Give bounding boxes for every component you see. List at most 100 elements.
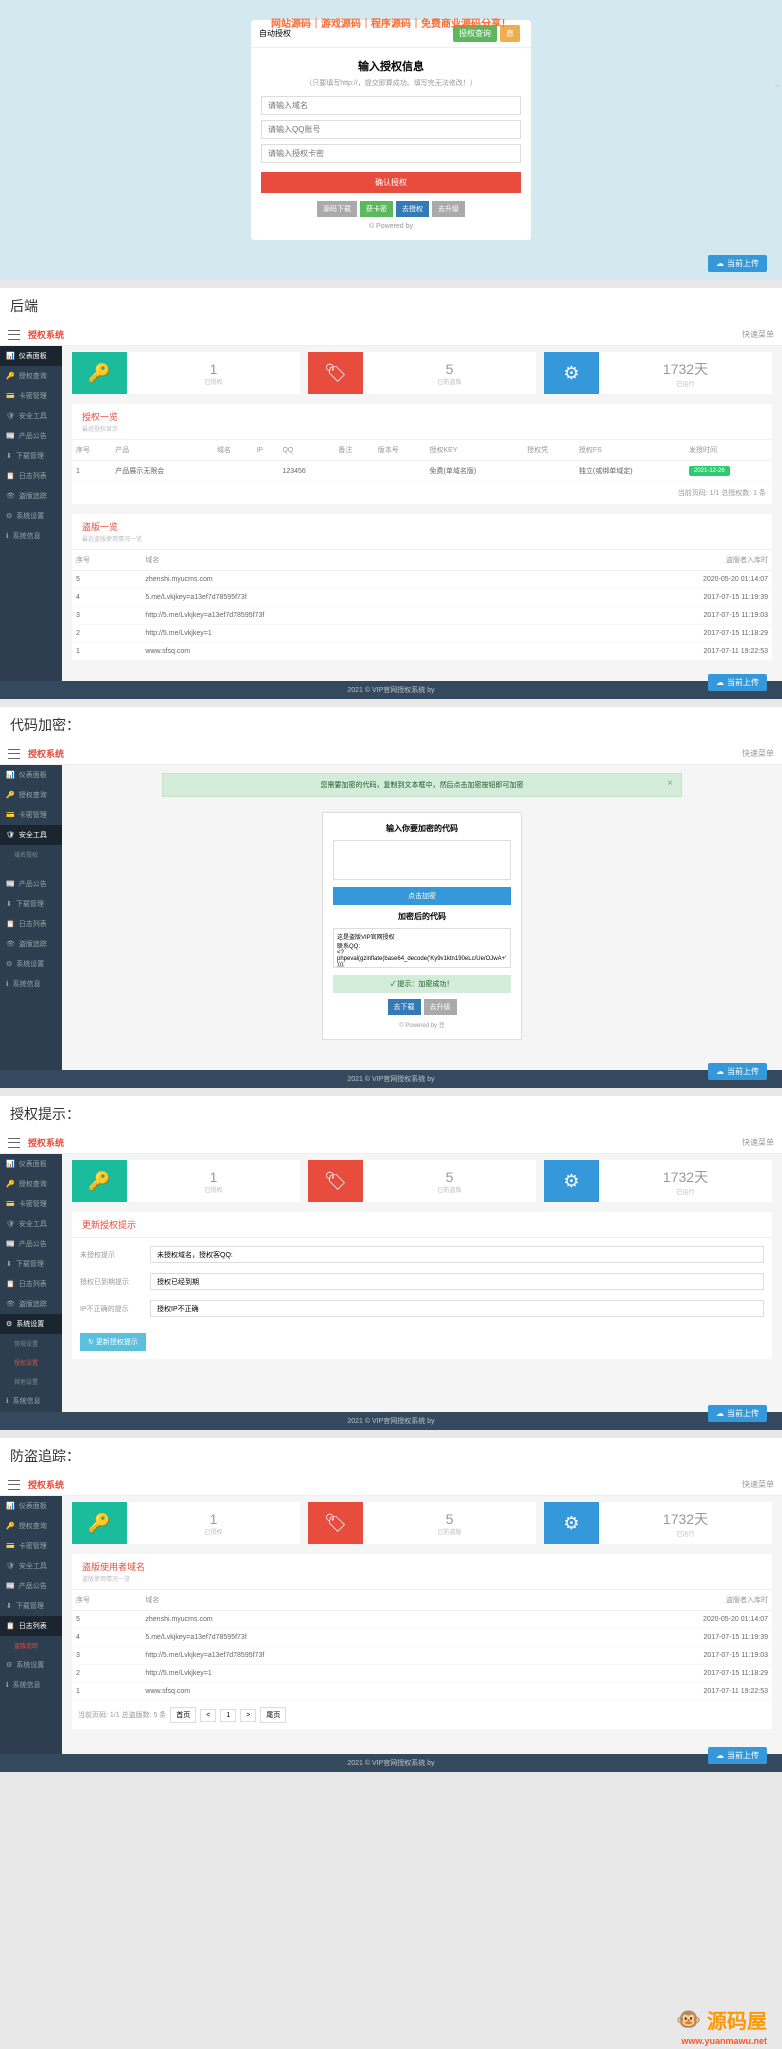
sidebar-item-auth[interactable]: 🔑授权查询	[0, 785, 62, 805]
promo-banner: 网站源码｜游戏源码｜程序源码｜免费商业源码分享！	[271, 15, 511, 30]
domain-input[interactable]	[261, 96, 521, 115]
encrypt-button[interactable]: 点击加密	[333, 887, 511, 905]
sidebar-item-settings[interactable]: ⚙系统设置	[0, 1655, 62, 1675]
quick-menu[interactable]: 快速菜单	[742, 748, 774, 759]
sidebar-item-settings[interactable]: ⚙系统设置	[0, 506, 62, 526]
sidebar-item-logs[interactable]: 📋日志列表	[0, 914, 62, 934]
getcard-button[interactable]: 获卡密	[360, 201, 393, 217]
table-row[interactable]: 45.me/Lvkjkey=a13ef7d78595f73f2017-07-15…	[72, 589, 772, 607]
unauth-input[interactable]	[150, 1246, 764, 1263]
table-row[interactable]: 5zhenshi.myucms.com2020-05-20 01:14:07	[72, 571, 772, 589]
sidebar-item-auth[interactable]: 🔑授权查询	[0, 1516, 62, 1536]
page-home[interactable]: 首页	[170, 1707, 196, 1723]
upgrade-button[interactable]: 去升级	[424, 999, 457, 1015]
sidebar-item-logs[interactable]: 📋日志列表	[0, 1274, 62, 1294]
cloud-icon: ☁	[716, 1409, 724, 1418]
sidebar-item-security[interactable]: 🛡安全工具	[0, 406, 62, 426]
submit-button[interactable]: 确认授权	[261, 172, 521, 193]
download-button[interactable]: 源码下载	[317, 201, 357, 217]
sidebar-item-product[interactable]: 📰产品公告	[0, 426, 62, 446]
ip-input[interactable]	[150, 1300, 764, 1317]
upload-badge[interactable]: ☁当前上传	[708, 1747, 767, 1764]
sidebar-item-card[interactable]: 💳卡密管理	[0, 1194, 62, 1214]
sidebar-item-security[interactable]: 🛡安全工具	[0, 1214, 62, 1234]
table-row[interactable]: 1www.sfsq.com2017-07-11 19:22:53	[72, 1683, 772, 1701]
card-input[interactable]	[261, 144, 521, 163]
topbar: 授权系统 快速菜单	[0, 1474, 782, 1496]
hamburger-icon[interactable]	[8, 1480, 20, 1490]
quick-menu[interactable]: 快速菜单	[742, 1137, 774, 1148]
sidebar-sub-domain[interactable]: 域名授权	[0, 845, 62, 864]
page-next[interactable]: >	[240, 1709, 256, 1722]
sidebar-item-track[interactable]: 👁盗版追踪	[0, 934, 62, 954]
sidebar-sub-track[interactable]: 盗版追踪	[0, 1636, 62, 1655]
sidebar-item-track[interactable]: 👁盗版追踪	[0, 1294, 62, 1314]
sidebar-item-auth[interactable]: 🔑授权查询	[0, 366, 62, 386]
quick-menu[interactable]: 快速菜单	[742, 1479, 774, 1490]
table-row[interactable]: 2http://5.me/Lvkjkey=12017-07-15 11:18:2…	[72, 1665, 772, 1683]
sidebar-item-settings[interactable]: ⚙系统设置	[0, 954, 62, 974]
sidebar-sub-general[interactable]: 常规设置	[0, 1334, 62, 1353]
hamburger-icon[interactable]	[8, 1138, 20, 1148]
table-row[interactable]: 1www.sfsq.com2017-07-11 19:22:53	[72, 643, 772, 661]
sidebar-item-settings[interactable]: ⚙系统设置	[0, 1314, 62, 1334]
sidebar-item-sysinfo[interactable]: ℹ系统信息	[0, 974, 62, 994]
code-input[interactable]	[333, 840, 511, 880]
sidebar-item-logs[interactable]: 📋日志列表	[0, 1616, 62, 1636]
upload-badge[interactable]: ☁当前上传	[708, 1405, 767, 1422]
sidebar-item-track[interactable]: 👁盗版追踪	[0, 486, 62, 506]
sidebar-item-card[interactable]: 💳卡密管理	[0, 1536, 62, 1556]
table-row[interactable]: 3http://5.me/Lvkjkey=a13ef7d78595f73f201…	[72, 1647, 772, 1665]
list-icon: 📋	[6, 1280, 15, 1288]
sidebar-item-product[interactable]: 📰产品公告	[0, 1576, 62, 1596]
tag-icon: 🏷	[308, 1502, 363, 1544]
upload-badge[interactable]: ☁ 当前上传	[708, 255, 767, 272]
page-last[interactable]: 尾页	[260, 1707, 286, 1723]
sidebar-item-download[interactable]: ⬇下载管理	[0, 1254, 62, 1274]
hamburger-icon[interactable]	[8, 330, 20, 340]
info-icon: ℹ	[6, 1681, 9, 1689]
table-row[interactable]: 2http://5.me/Lvkjkey=12017-07-15 11:18:2…	[72, 625, 772, 643]
expired-input[interactable]	[150, 1273, 764, 1290]
sidebar-sub-auth[interactable]: 授权设置	[0, 1353, 62, 1372]
sidebar-item-sysinfo[interactable]: ℹ系统信息	[0, 1391, 62, 1411]
sidebar-item-security[interactable]: 🛡安全工具	[0, 825, 62, 845]
sidebar-item-auth[interactable]: 🔑授权查询	[0, 1174, 62, 1194]
table-row[interactable]: 5zhenshi.myucms.com2020-05-20 01:14:07	[72, 1611, 772, 1629]
table-row[interactable]: 45.me/Lvkjkey=a13ef7d78595f73f2017-07-15…	[72, 1629, 772, 1647]
sidebar-item-card[interactable]: 💳卡密管理	[0, 805, 62, 825]
sidebar-item-dashboard[interactable]: 📊仪表面板	[0, 1154, 62, 1174]
download-button[interactable]: 去下载	[388, 999, 421, 1015]
quick-menu[interactable]: 快速菜单	[742, 329, 774, 340]
sidebar-item-dashboard[interactable]: 📊仪表面板	[0, 1496, 62, 1516]
hamburger-icon[interactable]	[8, 749, 20, 759]
sidebar-item-sysinfo[interactable]: ℹ系统信息	[0, 526, 62, 546]
sidebar-sub-other[interactable]: 其他设置	[0, 1372, 62, 1391]
sidebar-item-download[interactable]: ⬇下载管理	[0, 894, 62, 914]
close-icon[interactable]: ×	[667, 778, 673, 789]
table-row[interactable]: 3http://5.me/Lvkjkey=a13ef7d78595f73f201…	[72, 607, 772, 625]
sidebar-item-logs[interactable]: 📋日志列表	[0, 466, 62, 486]
qq-input[interactable]	[261, 120, 521, 139]
page-prev[interactable]: <	[200, 1709, 216, 1722]
code-output[interactable]: 这是盗版VIP官网授权 联系QQ: <? phpeval(gzinflate(b…	[333, 928, 511, 968]
table-row[interactable]: 1产品展示无限会123456免费(单域名版)独立(或绑单域定)2021-12-2…	[72, 461, 772, 482]
page-1[interactable]: 1	[220, 1709, 236, 1722]
sidebar-item-dashboard[interactable]: 📊仪表面板	[0, 346, 62, 366]
sidebar-sub-php[interactable]	[0, 864, 62, 874]
sidebar-item-download[interactable]: ⬇下载管理	[0, 1596, 62, 1616]
upload-badge[interactable]: ☁当前上传	[708, 1063, 767, 1080]
sidebar-item-product[interactable]: 📰产品公告	[0, 1234, 62, 1254]
shield-icon: 🛡	[6, 831, 15, 839]
stat-auth: 🔑 1已授权	[72, 352, 300, 394]
upgrade-button[interactable]: 去升级	[432, 201, 465, 217]
update-tip-button[interactable]: ↻ 更新授权提示	[80, 1333, 146, 1351]
upload-badge[interactable]: ☁当前上传	[708, 674, 767, 691]
sidebar-item-download[interactable]: ⬇下载管理	[0, 446, 62, 466]
sidebar-item-sysinfo[interactable]: ℹ系统信息	[0, 1675, 62, 1695]
auth-button[interactable]: 去授权	[396, 201, 429, 217]
sidebar-item-product[interactable]: 📰产品公告	[0, 874, 62, 894]
sidebar-item-card[interactable]: 💳卡密管理	[0, 386, 62, 406]
sidebar-item-security[interactable]: 🛡安全工具	[0, 1556, 62, 1576]
sidebar-item-dashboard[interactable]: 📊仪表面板	[0, 765, 62, 785]
